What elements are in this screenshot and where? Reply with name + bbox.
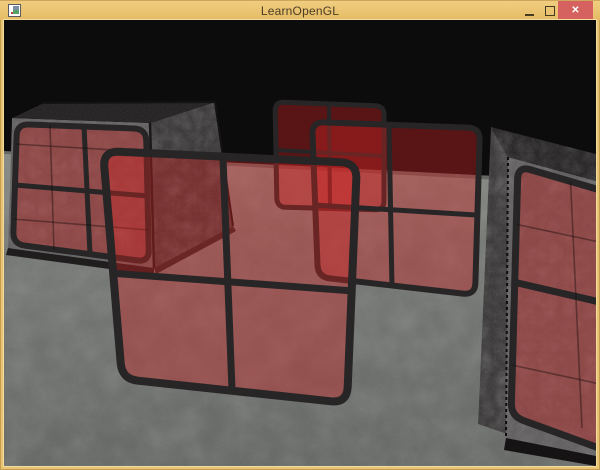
close-button[interactable]: ✕ xyxy=(558,1,593,20)
window-title: LearnOpenGL xyxy=(0,4,600,18)
minimize-icon xyxy=(525,14,534,16)
minimize-button[interactable] xyxy=(516,1,542,20)
maximize-icon xyxy=(545,6,555,16)
red-window-front xyxy=(104,152,356,402)
close-icon: ✕ xyxy=(571,5,579,16)
red-window-on-right-cube xyxy=(507,169,596,449)
opengl-viewport[interactable] xyxy=(4,20,596,466)
titlebar[interactable]: LearnOpenGL ✕ xyxy=(0,0,600,20)
maximize-button[interactable] xyxy=(542,1,558,20)
scene-canvas xyxy=(4,20,596,466)
app-window: LearnOpenGL ✕ xyxy=(0,0,600,470)
